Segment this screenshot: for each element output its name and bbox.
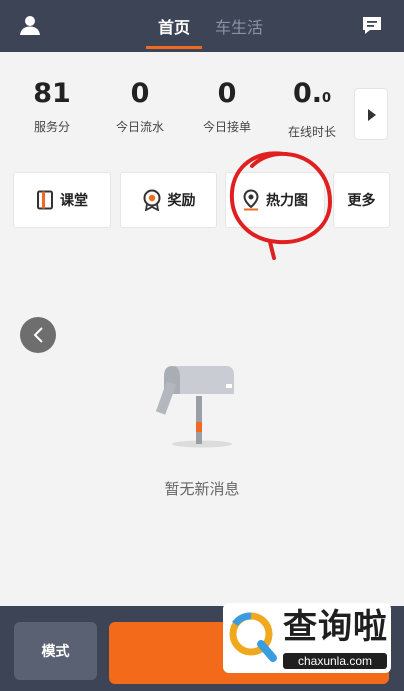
user-icon[interactable] <box>17 12 43 38</box>
empty-message: 暂无新消息 <box>164 480 240 498</box>
medal-icon <box>143 189 160 211</box>
play-arrow-icon <box>368 109 376 121</box>
stat-label: 在线时长 <box>287 125 336 139</box>
reward-button[interactable]: 奖励 <box>120 172 217 228</box>
magnifier-logo-icon <box>229 612 277 662</box>
stats-row: 81 服务分 0 今日流水 0 今日接单 0.0 在线时长 <box>0 78 404 148</box>
more-button[interactable]: 更多 <box>333 172 390 228</box>
red-annotation-circle <box>229 151 333 260</box>
stat-label: 今日流水 <box>115 120 164 134</box>
mode-button[interactable]: 模式 <box>14 622 97 680</box>
classroom-button[interactable]: 课堂 <box>13 172 111 228</box>
book-icon <box>37 190 53 210</box>
stat-label: 服务分 <box>33 120 70 134</box>
message-icon[interactable] <box>359 12 385 38</box>
watermark-url: chaxunla.com <box>283 653 387 669</box>
stat-value: 0.0 <box>272 78 352 115</box>
stat-label: 今日接单 <box>202 120 251 134</box>
reward-label: 奖励 <box>167 193 196 209</box>
classroom-label: 课堂 <box>60 193 88 209</box>
watermark-title: 查询啦 <box>283 607 388 647</box>
stat-value: 0 <box>130 78 150 109</box>
tab-home[interactable]: 首页 <box>158 14 190 38</box>
chevron-left-icon <box>33 327 43 343</box>
more-label: 更多 <box>347 193 376 209</box>
stat-service-score[interactable]: 81 服务分 <box>12 78 92 135</box>
stat-value: 0 <box>217 78 237 109</box>
stat-online-hours[interactable]: 0.0 在线时长 <box>272 78 352 140</box>
active-tab-indicator <box>146 46 202 49</box>
watermark: 查询啦 chaxunla.com <box>223 603 391 673</box>
top-nav-bar: 首页 车生活 <box>0 0 404 52</box>
stat-value-decimal: 0 <box>322 91 332 106</box>
back-button[interactable] <box>20 317 56 353</box>
stat-today-revenue[interactable]: 0 今日流水 <box>100 78 180 135</box>
mailbox-icon <box>156 366 234 448</box>
tab-car-life[interactable]: 车生活 <box>215 14 263 38</box>
stats-next-button[interactable] <box>354 88 388 140</box>
stat-today-orders[interactable]: 0 今日接单 <box>187 78 267 135</box>
stat-value: 81 <box>33 78 71 109</box>
stat-value-main: 0. <box>292 78 322 109</box>
